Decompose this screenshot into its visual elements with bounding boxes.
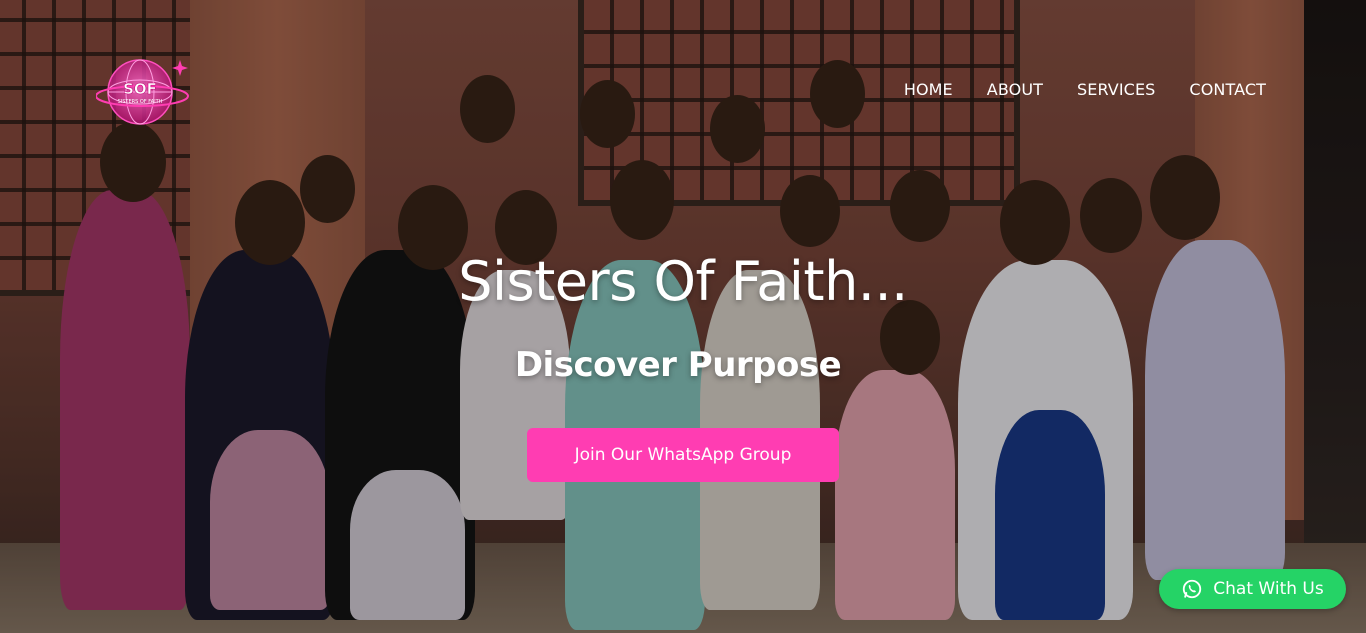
nav-item-home[interactable]: HOME xyxy=(904,80,953,99)
chat-with-us-button[interactable]: Chat With Us xyxy=(1159,569,1346,609)
hero-section: SOF SISTERS OF FAITH HOME ABOUT SERVICES… xyxy=(0,0,1366,633)
nav-item-about[interactable]: ABOUT xyxy=(987,80,1043,99)
svg-text:SOF: SOF xyxy=(123,80,157,98)
join-whatsapp-group-button[interactable]: Join Our WhatsApp Group xyxy=(527,428,839,482)
hero-subtitle: Discover Purpose xyxy=(514,345,842,385)
logo-globe-icon: SOF SISTERS OF FAITH xyxy=(95,59,189,125)
hero-title: Sisters Of Faith... xyxy=(458,250,908,313)
main-nav: HOME ABOUT SERVICES CONTACT xyxy=(904,80,1266,99)
nav-item-contact[interactable]: CONTACT xyxy=(1189,80,1266,99)
chat-button-label: Chat With Us xyxy=(1213,579,1324,599)
nav-item-services[interactable]: SERVICES xyxy=(1077,80,1155,99)
whatsapp-icon xyxy=(1183,579,1202,599)
svg-text:SISTERS OF FAITH: SISTERS OF FAITH xyxy=(118,99,163,105)
site-logo[interactable]: SOF SISTERS OF FAITH xyxy=(95,56,192,126)
